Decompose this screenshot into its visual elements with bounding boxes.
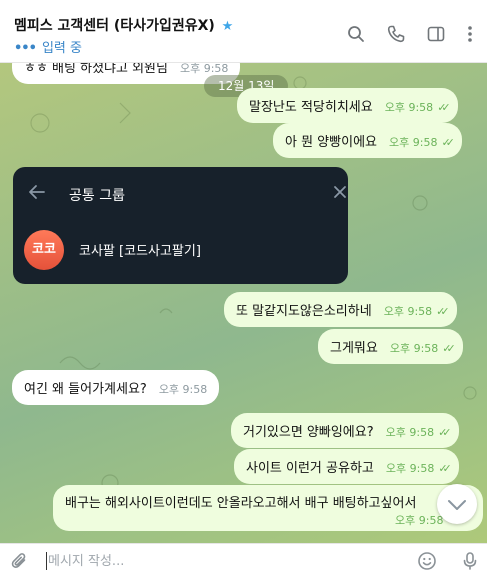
chat-area[interactable]: ㅎㅎ 배팅 하셨냐고 외원님 오후 9:58 12월 13일 말장난도 적당히치세… <box>0 63 487 543</box>
message-text: 배구는 해외사이트이런데도 안올라오고해서 배구 배팅하고싶어서 <box>65 496 417 511</box>
message-time: 오후 9:58 <box>383 305 433 318</box>
message-outgoing[interactable]: 말장난도 적당히치세요 오후 9:58 ✓✓ <box>237 88 458 123</box>
message-text: 말장난도 적당히치세요 <box>249 100 373 115</box>
typing-dots: ••• <box>14 41 37 56</box>
sidebar-icon[interactable] <box>426 24 446 44</box>
message-time: 오후 9:58 <box>385 462 435 475</box>
typing-status: ••• 입력 중 <box>14 37 82 56</box>
message-outgoing[interactable]: 그게뭐요 오후 9:58 ✓✓ <box>318 329 463 364</box>
chevron-down-icon <box>448 500 466 510</box>
message-time: 오후 9:58 <box>389 342 439 355</box>
chat-header: 멤피스 고객센터 (타사가입권유X) ★ ••• 입력 중 <box>0 0 487 63</box>
group-avatar[interactable]: 코코 <box>24 230 64 270</box>
message-outgoing[interactable]: 배구는 해외사이트이런데도 안올라오고해서 배구 배팅하고싶어서 오후 9:58 <box>53 485 483 531</box>
message-input[interactable] <box>48 550 408 572</box>
message-time: 오후 9:58 <box>384 101 434 114</box>
phone-icon[interactable] <box>386 24 406 44</box>
emoji-icon[interactable] <box>417 551 437 571</box>
message-outgoing[interactable]: 또 말같지도않은소리하네 오후 9:58 ✓✓ <box>224 292 457 327</box>
message-outgoing[interactable]: 아 뭔 양빵이에요 오후 9:58 ✓✓ <box>273 123 462 158</box>
message-outgoing[interactable]: 사이트 이런거 공유하고 오후 9:58 ✓✓ <box>234 449 459 484</box>
message-time: 오후 9:58 <box>389 136 438 149</box>
mic-icon[interactable] <box>460 551 480 571</box>
scroll-down-button[interactable] <box>437 484 477 524</box>
message-time: 오후 9:58 <box>158 383 208 396</box>
chat-title[interactable]: 멤피스 고객센터 (타사가입권유X) ★ <box>14 15 233 35</box>
read-check-icon: ✓✓ <box>437 101 451 114</box>
message-text: 또 말같지도않은소리하네 <box>236 304 372 319</box>
message-text: ㅎㅎ 배팅 하셨냐고 외원님 <box>24 63 168 76</box>
message-outgoing[interactable]: 거기있으면 양빠잉에요? 오후 9:58 ✓✓ <box>231 413 459 448</box>
message-text: 아 뭔 양빵이에요 <box>285 135 377 150</box>
chat-title-text: 멤피스 고객센터 (타사가입권유X) <box>14 18 215 34</box>
read-check-icon: ✓✓ <box>438 462 452 475</box>
message-incoming[interactable]: 여긴 왜 들어가계세요? 오후 9:58 <box>12 370 220 405</box>
search-icon[interactable] <box>346 24 366 44</box>
text-cursor <box>46 552 47 570</box>
common-groups-popup: 공통 그룹 코코 코사팔 [코드사고팔기] <box>13 167 348 284</box>
message-text: 사이트 이런거 공유하고 <box>246 461 374 476</box>
typing-status-text: 입력 중 <box>41 41 82 56</box>
message-time: 오후 9:58 <box>385 426 435 439</box>
attach-icon[interactable] <box>10 551 30 571</box>
message-text: 여긴 왜 들어가계세요? <box>24 382 147 397</box>
group-name[interactable]: 코사팔 [코드사고팔기] <box>79 240 201 259</box>
message-time: 오후 9:58 <box>179 63 229 75</box>
message-text: 거기있으면 양빠잉에요? <box>243 425 374 440</box>
read-check-icon: ✓✓ <box>436 305 450 318</box>
read-check-icon: ✓✓ <box>441 136 455 149</box>
message-text: 그게뭐요 <box>330 341 378 356</box>
more-icon[interactable] <box>460 24 480 44</box>
message-composer <box>0 543 487 577</box>
star-icon: ★ <box>221 19 234 34</box>
read-check-icon: ✓✓ <box>438 426 452 439</box>
popup-title: 공통 그룹 <box>69 188 125 204</box>
read-check-icon: ✓✓ <box>442 342 456 355</box>
close-icon[interactable] <box>333 185 347 199</box>
back-arrow-icon[interactable] <box>27 183 47 201</box>
